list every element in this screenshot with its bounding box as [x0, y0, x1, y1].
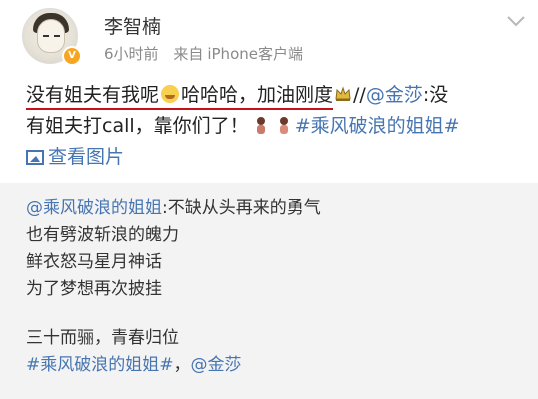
crown-emoji-icon: [335, 86, 351, 101]
post-line-1: 没有姐夫有我呢 哈哈哈，加油刚度//@金莎:没: [26, 80, 531, 111]
view-images-row[interactable]: 查看图片: [26, 142, 531, 173]
repost-separator: //: [353, 84, 366, 106]
chevron-down-icon[interactable]: [506, 14, 526, 28]
people-emoji-icon: [256, 117, 265, 134]
source-prefix: 来自: [173, 45, 204, 63]
post-time: 6小时前: [104, 45, 159, 63]
quoted-post-text: @乘风破浪的姐姐:不缺从头再来的勇气 也有劈波斩浪的魄力 鲜衣怒马星月神话 为了…: [26, 195, 321, 379]
view-images-link[interactable]: 查看图片: [48, 146, 124, 168]
post-header: V 李智楠 6小时前 来自 iPhone客户端: [0, 0, 538, 70]
underlined-text: 没有姐夫有我呢 哈哈哈，加油刚度: [26, 84, 334, 110]
image-icon: [26, 150, 44, 165]
quote-hashtag-link[interactable]: #乘风破浪的姐姐#: [26, 355, 174, 375]
verified-badge-icon: V: [62, 46, 82, 66]
quote-line-4: 为了梦想再次披挂: [26, 279, 162, 299]
quote-mention-link[interactable]: @乘风破浪的姐姐: [26, 198, 162, 218]
quote-line-1: @乘风破浪的姐姐:不缺从头再来的勇气: [26, 198, 321, 218]
quote-line-6: #乘风破浪的姐姐#，@金莎: [26, 355, 242, 375]
username[interactable]: 李智楠: [104, 12, 161, 39]
quote-line-2: 也有劈波斩浪的魄力: [26, 225, 179, 245]
hashtag-link[interactable]: #乘风破浪的姐姐#: [295, 115, 460, 137]
post-meta: 6小时前 来自 iPhone客户端: [104, 43, 313, 64]
people-emoji-icon: [279, 117, 288, 134]
post-body: 没有姐夫有我呢 哈哈哈，加油刚度//@金莎:没 有姐夫打call，靠你们了！ #乘…: [26, 80, 531, 173]
mention-link[interactable]: @金莎: [366, 84, 423, 106]
quote-line-3: 鲜衣怒马星月神话: [26, 252, 162, 272]
quoted-post[interactable]: @乘风破浪的姐姐:不缺从头再来的勇气 也有劈波斩浪的魄力 鲜衣怒马星月神话 为了…: [0, 183, 538, 399]
source-client: iPhone客户端: [207, 45, 303, 63]
grin-emoji-icon: [161, 85, 180, 103]
quote-mention-link-2[interactable]: @金莎: [191, 355, 242, 375]
post-line-2: 有姐夫打call，靠你们了！ #乘风破浪的姐姐#: [26, 115, 460, 137]
quote-line-5: 三十而骊，青春归位: [26, 328, 179, 348]
